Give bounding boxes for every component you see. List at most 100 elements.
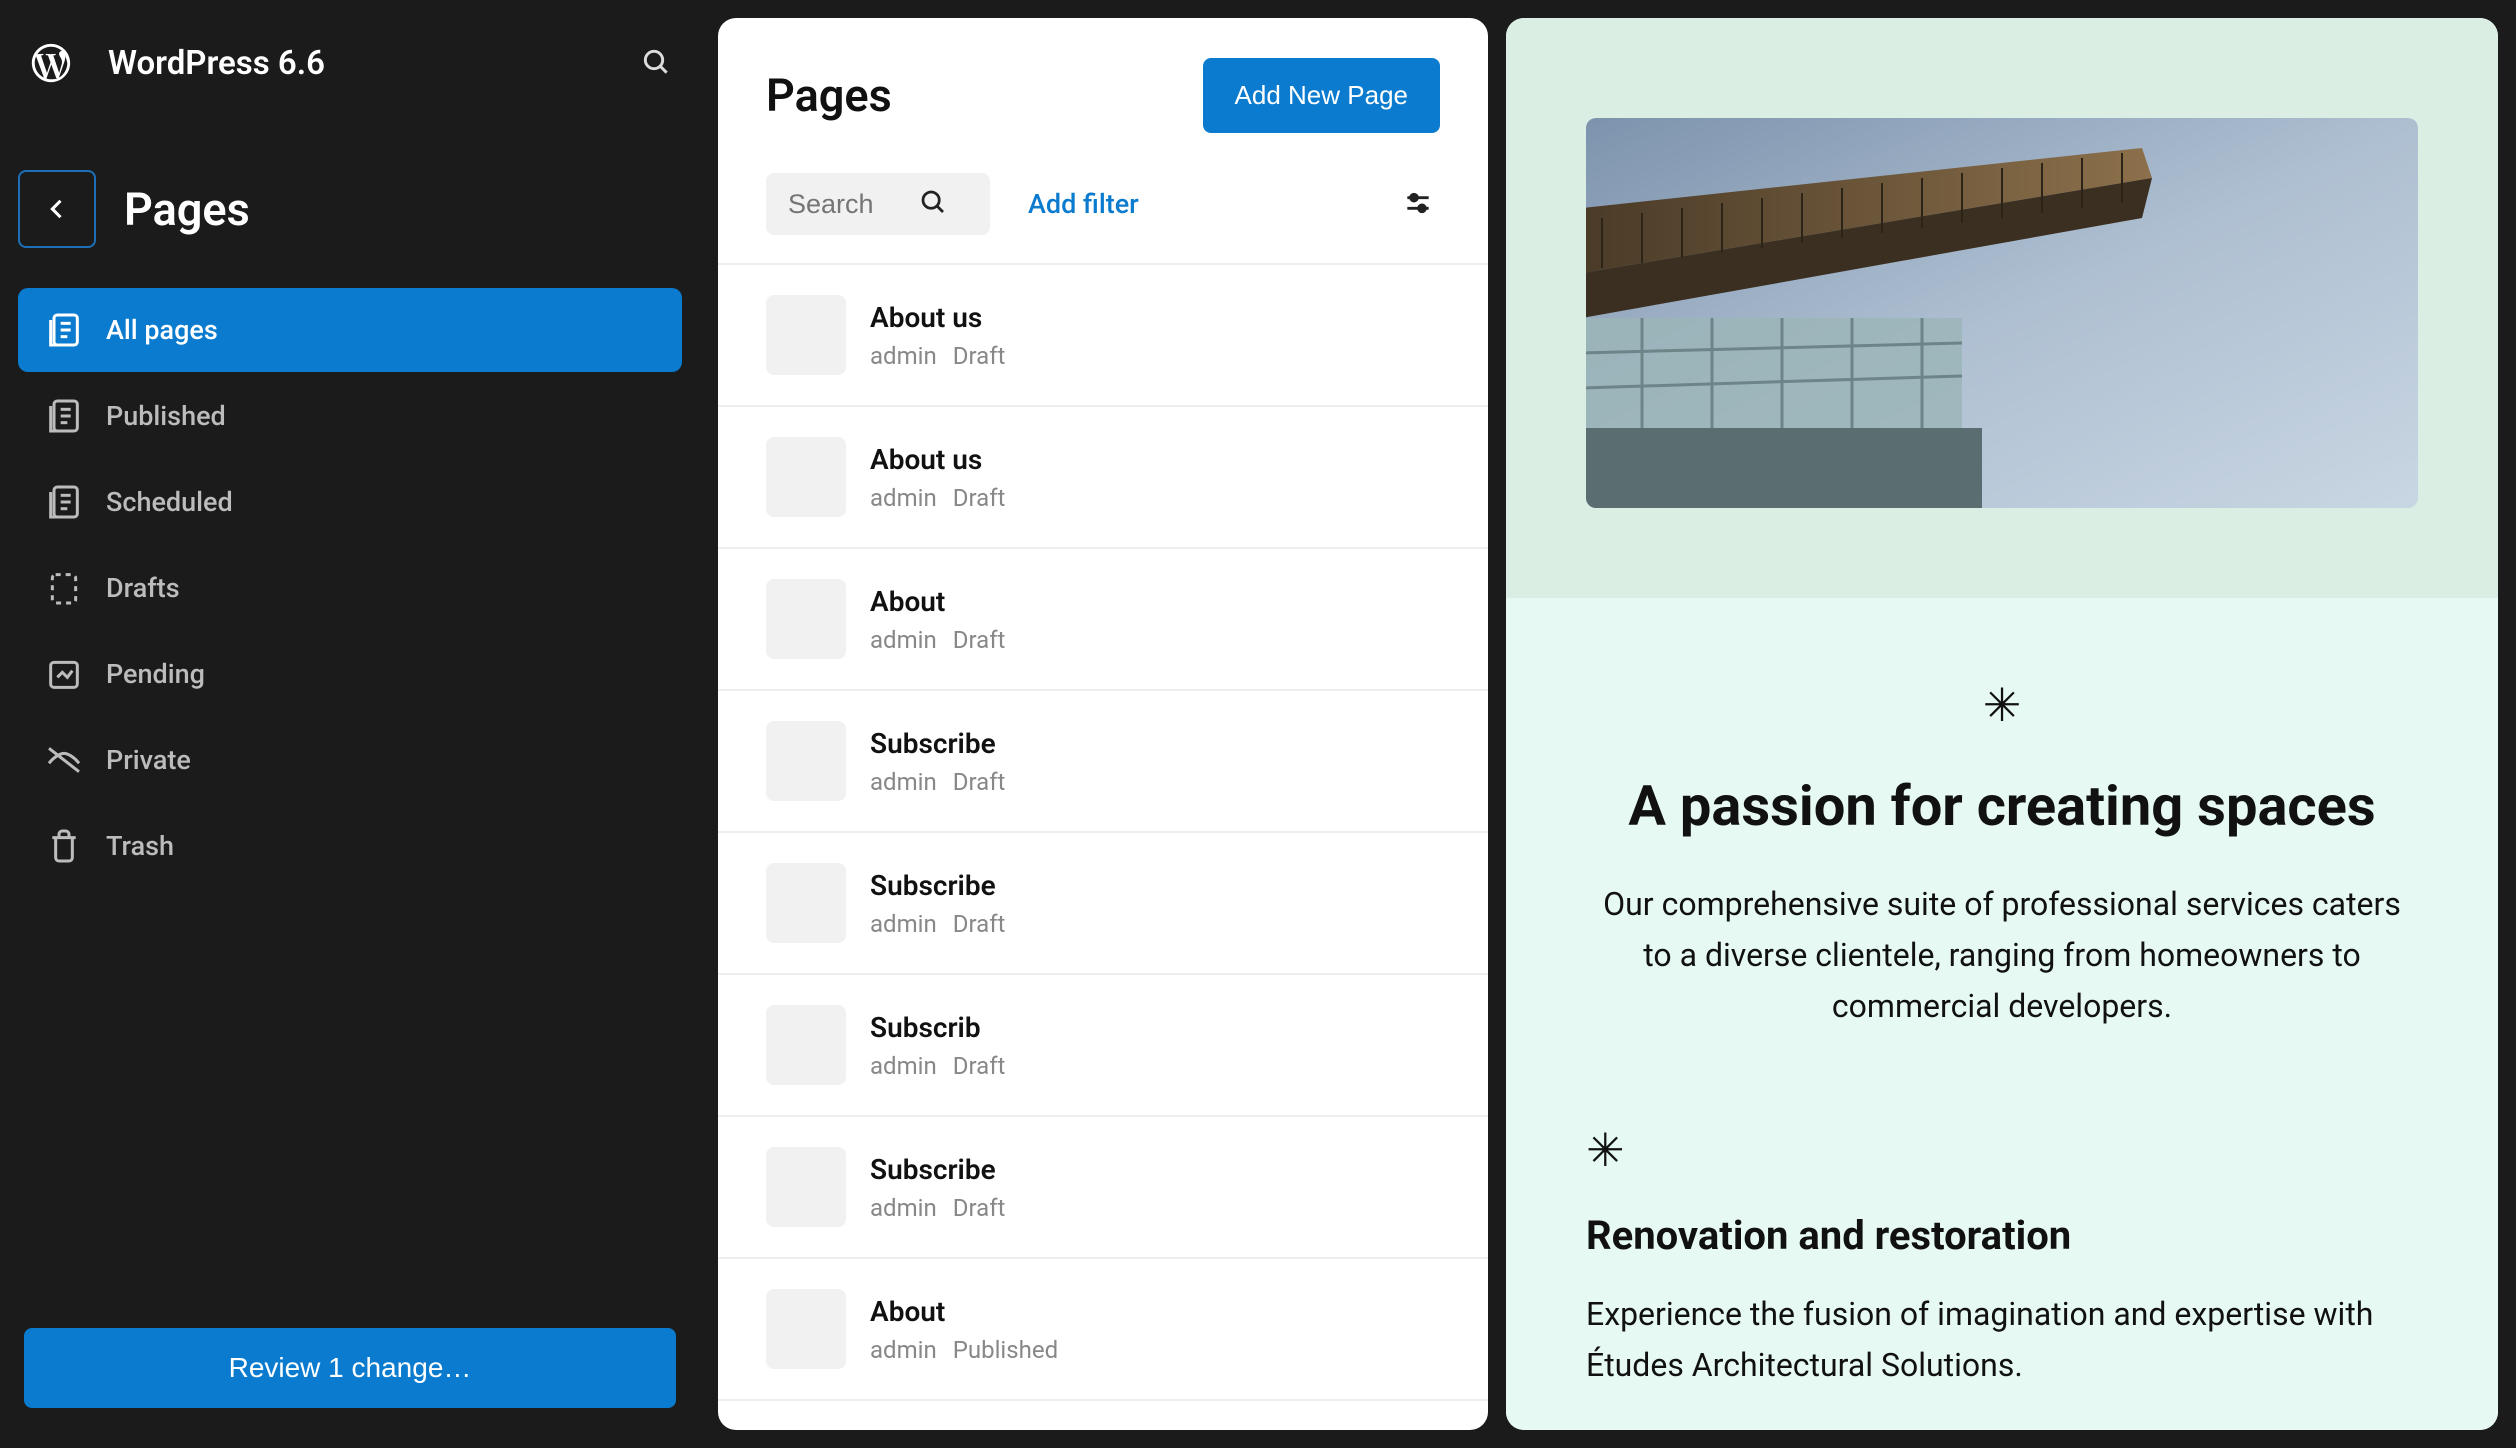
pending-icon xyxy=(44,654,84,694)
page-author: admin xyxy=(870,1052,937,1080)
sidebar-item-drafts[interactable]: Drafts xyxy=(18,546,682,630)
page-list: About us adminDraft About us adminDraft … xyxy=(718,265,1488,1401)
page-author: admin xyxy=(870,1336,937,1364)
page-thumbnail xyxy=(766,721,846,801)
page-info: Subscribe admin Draft xyxy=(870,869,1005,938)
search-box[interactable] xyxy=(766,173,990,235)
page-title: Subscrib xyxy=(870,1011,1005,1044)
page-title: About xyxy=(870,1295,1058,1328)
preview-paragraph: Experience the fusion of imagination and… xyxy=(1586,1289,2418,1391)
drafts-icon xyxy=(44,568,84,608)
page-title: About us xyxy=(870,443,1005,476)
sidebar: WordPress 6.6 Pages All pages P xyxy=(0,18,700,1430)
preview-hero xyxy=(1506,18,2498,598)
list-item[interactable]: About admin Published xyxy=(718,1259,1488,1401)
list-item[interactable]: Subscrib admin Draft xyxy=(718,975,1488,1117)
page-info: Subscrib admin Draft xyxy=(870,1011,1005,1080)
sidebar-item-label: Trash xyxy=(106,830,174,862)
page-info: Subscribe admin Draft xyxy=(870,727,1005,796)
view-options-icon[interactable] xyxy=(1396,181,1440,228)
page-author: admin xyxy=(870,626,937,654)
back-button[interactable] xyxy=(18,170,96,248)
sidebar-topbar: WordPress 6.6 xyxy=(0,18,700,108)
page-title: About xyxy=(870,585,1005,618)
sidebar-item-label: All pages xyxy=(106,314,218,346)
preview-body: ✳ A passion for creating spaces Our comp… xyxy=(1506,598,2498,1430)
list-item[interactable]: Subscribe admin Draft xyxy=(718,833,1488,975)
page-info: About admin Published xyxy=(870,1295,1058,1364)
sidebar-item-pending[interactable]: Pending xyxy=(18,632,682,716)
sidebar-item-label: Drafts xyxy=(106,572,180,604)
pages-panel-header: Pages Add New Page xyxy=(718,18,1488,173)
pages-icon xyxy=(44,482,84,522)
sidebar-item-published[interactable]: Published xyxy=(18,374,682,458)
sidebar-item-all-pages[interactable]: All pages xyxy=(18,288,682,372)
review-changes-button[interactable]: Review 1 change… xyxy=(24,1328,676,1408)
page-thumbnail xyxy=(766,863,846,943)
page-status: Published xyxy=(953,1336,1058,1364)
page-status: Draft xyxy=(953,1194,1006,1222)
page-preview: ✳ A passion for creating spaces Our comp… xyxy=(1506,18,2498,1430)
pages-title: Pages xyxy=(766,69,892,122)
sidebar-item-private[interactable]: Private xyxy=(18,718,682,802)
page-thumbnail xyxy=(766,295,846,375)
search-icon xyxy=(918,187,948,221)
page-author: admin xyxy=(870,342,937,370)
hero-image xyxy=(1586,118,2418,508)
sidebar-item-label: Pending xyxy=(106,658,205,690)
preview-heading: A passion for creating spaces xyxy=(1586,773,2418,839)
pages-icon xyxy=(44,310,84,350)
list-item[interactable]: About us admin Draft xyxy=(718,265,1488,407)
list-item[interactable]: Subscribe admin Draft xyxy=(718,1117,1488,1259)
page-title: Subscribe xyxy=(870,727,1005,760)
page-title: Subscribe xyxy=(870,869,1005,902)
page-title: About us xyxy=(870,301,1005,334)
page-status: Draft xyxy=(953,484,1006,512)
page-status: Draft xyxy=(953,626,1006,654)
page-title: Subscribe xyxy=(870,1153,1005,1186)
search-icon[interactable] xyxy=(640,46,672,81)
add-filter-link[interactable]: Add filter xyxy=(1028,188,1358,220)
site-title[interactable]: WordPress 6.6 xyxy=(108,44,606,83)
asterisk-icon: ✳ xyxy=(1586,1123,2418,1178)
sidebar-header: Pages xyxy=(0,108,700,278)
page-thumbnail xyxy=(766,1005,846,1085)
asterisk-icon: ✳ xyxy=(1586,678,2418,733)
page-status: Draft xyxy=(953,910,1006,938)
review-bar: Review 1 change… xyxy=(24,1328,676,1408)
page-author: admin xyxy=(870,768,937,796)
search-input[interactable] xyxy=(788,189,918,220)
page-status: Draft xyxy=(953,342,1006,370)
page-status: Draft xyxy=(953,768,1006,796)
pages-icon xyxy=(44,396,84,436)
page-thumbnail xyxy=(766,579,846,659)
sidebar-item-scheduled[interactable]: Scheduled xyxy=(18,460,682,544)
page-author: admin xyxy=(870,484,937,512)
add-new-page-button[interactable]: Add New Page xyxy=(1203,58,1440,133)
page-thumbnail xyxy=(766,1289,846,1369)
trash-icon xyxy=(44,826,84,866)
section-title: Pages xyxy=(124,183,250,236)
list-item[interactable]: About us admin Draft xyxy=(718,407,1488,549)
sidebar-item-trash[interactable]: Trash xyxy=(18,804,682,888)
filter-row: Add filter xyxy=(718,173,1488,265)
wordpress-logo-icon[interactable] xyxy=(28,40,74,86)
page-author: admin xyxy=(870,910,937,938)
page-status: Draft xyxy=(953,1052,1006,1080)
pages-panel: Pages Add New Page Add filter About us a… xyxy=(718,18,1488,1430)
list-item[interactable]: Subscribe admin Draft xyxy=(718,691,1488,833)
list-item[interactable]: About admin Draft xyxy=(718,549,1488,691)
sidebar-item-label: Scheduled xyxy=(106,486,233,518)
private-icon xyxy=(44,740,84,780)
page-info: About us admin Draft xyxy=(870,443,1005,512)
sidebar-nav: All pages Published Scheduled Drafts xyxy=(0,278,700,888)
page-info: About us admin Draft xyxy=(870,301,1005,370)
page-info: About admin Draft xyxy=(870,585,1005,654)
page-thumbnail xyxy=(766,437,846,517)
preview-subheading: Renovation and restoration xyxy=(1586,1212,2418,1259)
page-thumbnail xyxy=(766,1147,846,1227)
page-info: Subscribe admin Draft xyxy=(870,1153,1005,1222)
preview-lead: Our comprehensive suite of professional … xyxy=(1586,879,2418,1033)
page-author: admin xyxy=(870,1194,937,1222)
sidebar-item-label: Private xyxy=(106,744,191,776)
